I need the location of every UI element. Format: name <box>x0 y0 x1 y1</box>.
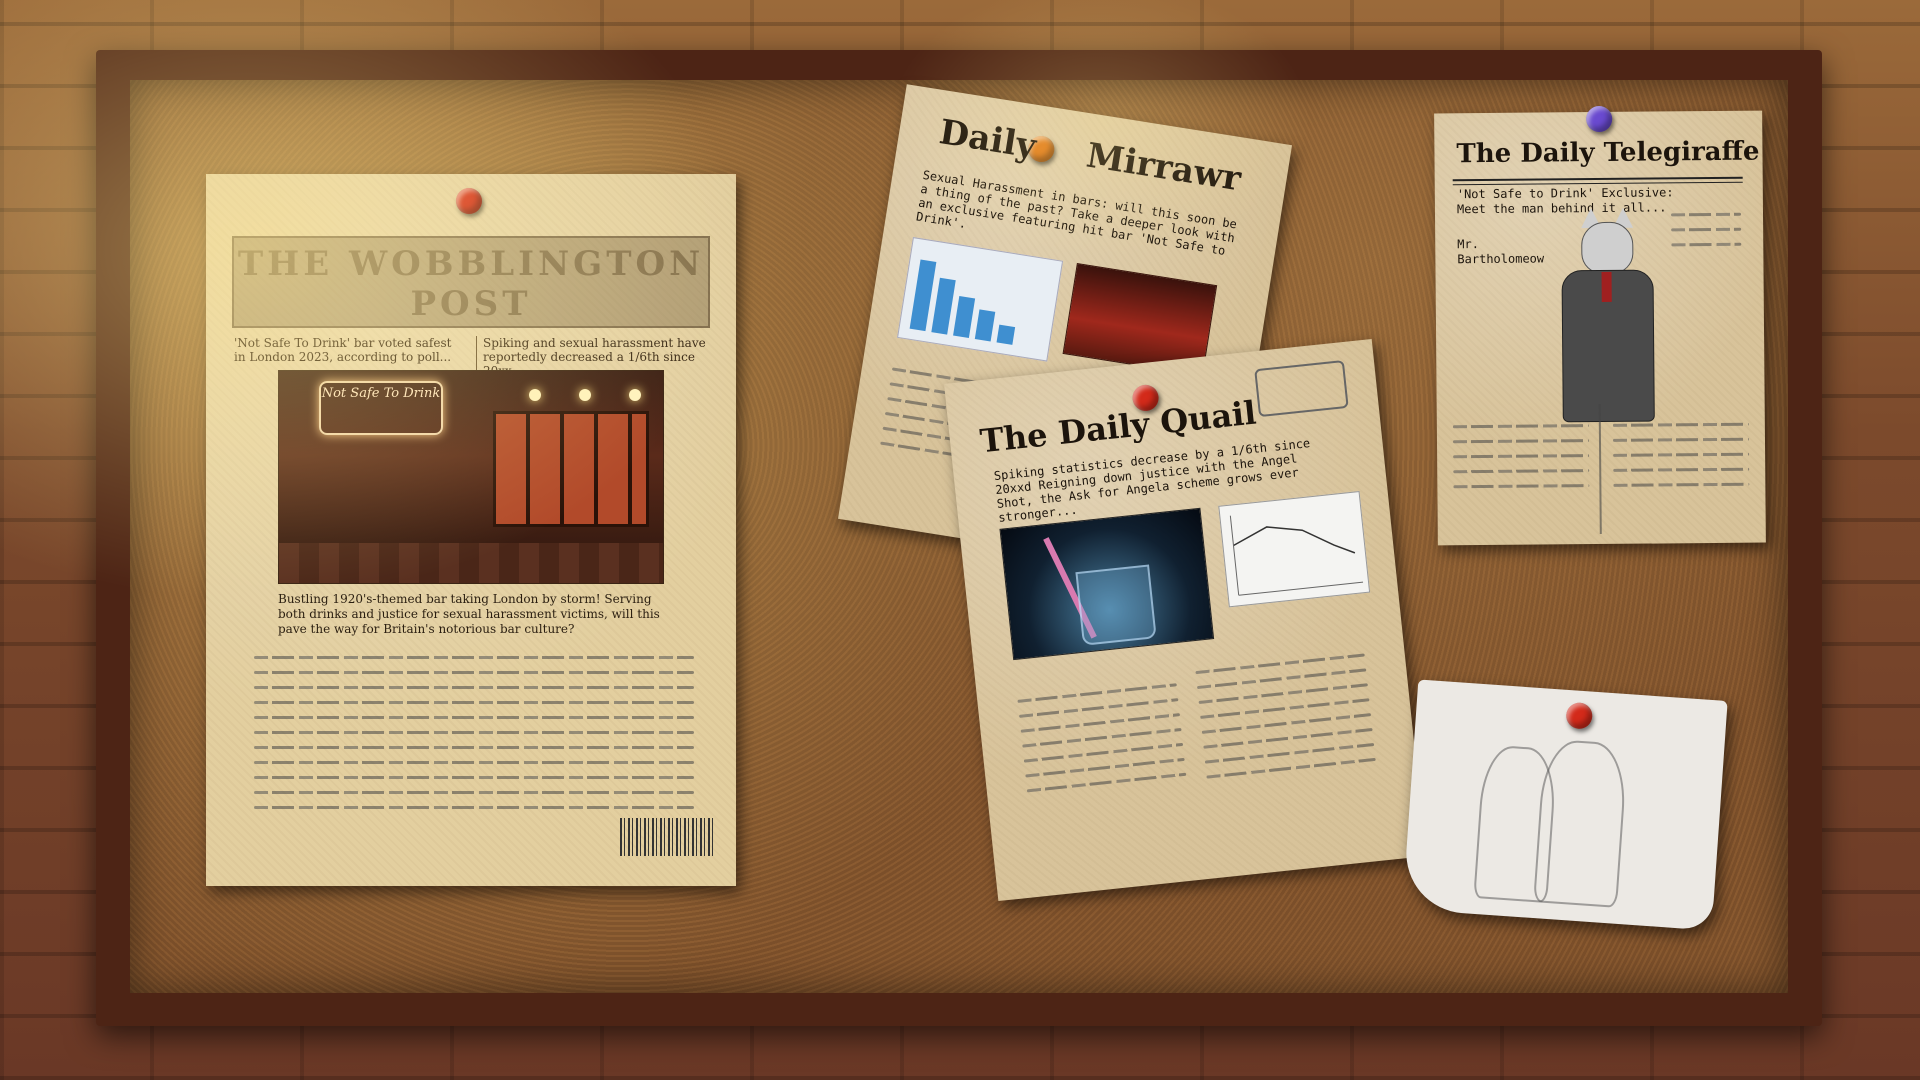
body-text-column-1 <box>1452 412 1590 500</box>
newspaper-wobblington-post[interactable]: THE WOBBLINGTON POST 'Not Safe To Drink'… <box>206 174 736 886</box>
article-lede: 'Not Safe to Drink' Exclusive: Meet the … <box>1456 185 1674 217</box>
neon-sign: Not Safe To Drink <box>319 381 443 435</box>
decreasing-bar-chart-image <box>897 237 1064 362</box>
newspaper-masthead: THE WOBBLINGTON POST <box>232 236 710 328</box>
body-text-column-2 <box>1612 411 1750 499</box>
title-rule <box>1452 176 1743 186</box>
photo-caption: Bustling 1920's-themed bar taking London… <box>278 592 660 636</box>
sticky-note-sketch[interactable] <box>1402 679 1728 931</box>
line-chart-svg <box>1229 515 1364 596</box>
scene: THE WOBBLINGTON POST 'Not Safe To Drink'… <box>0 0 1920 1080</box>
bar-window <box>493 411 649 527</box>
bar-exterior-photo: Not Safe To Drink <box>278 370 664 584</box>
red-pin-icon <box>1565 701 1594 730</box>
title-part-2: Mirrawr <box>1083 135 1244 200</box>
newspaper-title: The Daily Telegiraffe <box>1456 136 1760 170</box>
sketch-cat-figure <box>1533 738 1629 908</box>
body-text-placeholder <box>254 644 694 821</box>
body-text-column-1 <box>1016 671 1187 804</box>
newspaper-daily-telegiraffe[interactable]: The Daily Telegiraffe 'Not Safe to Drink… <box>1434 105 1766 546</box>
red-pin-icon <box>456 188 482 214</box>
column-divider <box>1598 403 1602 535</box>
body-text-column-2 <box>1194 641 1377 790</box>
newspaper-daily-quail[interactable]: The Daily Quail Spiking statistics decre… <box>944 338 1426 902</box>
barcode-icon <box>620 818 716 856</box>
declining-line-chart-image <box>1218 491 1371 608</box>
cat-portrait-illustration <box>1551 207 1663 423</box>
sidebar-text-placeholder <box>1671 201 1742 259</box>
spiked-drink-photo <box>999 507 1215 661</box>
purple-pin-icon <box>1586 105 1613 133</box>
headline-left: 'Not Safe To Drink' bar voted safest in … <box>234 336 452 364</box>
title-part-1: Daily <box>936 112 1039 167</box>
stamp-icon <box>1254 359 1349 418</box>
